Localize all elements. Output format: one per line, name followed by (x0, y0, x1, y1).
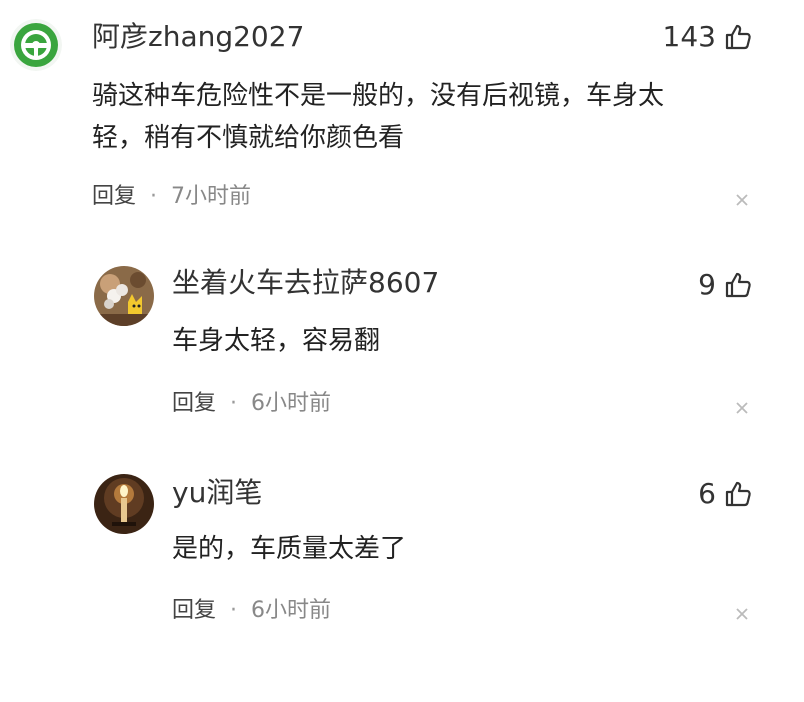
comment-text-line: 车身太轻，容易翻 (172, 326, 381, 356)
like-count: 9 (698, 268, 716, 301)
timestamp: 6小时前 (251, 598, 332, 623)
like-button[interactable]: 143 (663, 20, 752, 54)
reply-button[interactable]: 回复 (172, 389, 216, 419)
username[interactable]: yu润笔 (172, 476, 262, 510)
comment-thread: 阿彦zhang2027 143 骑这种车危险性不是一般的，没有后视镜，车身太 轻… (0, 0, 804, 702)
reply-button[interactable]: 回复 (92, 182, 136, 212)
thumbs-up-icon (724, 480, 752, 508)
timestamp: 7小时前 (171, 184, 252, 209)
comment-text-line: 骑这种车危险性不是一般的，没有后视镜，车身太 (92, 81, 665, 111)
separator-dot: · (150, 184, 158, 209)
avatar[interactable] (94, 474, 154, 534)
comment-text: 是的，车质量太差了 (172, 528, 732, 570)
separator-dot: · (230, 391, 238, 416)
steering-wheel-icon (10, 19, 62, 71)
comment-text-line: 轻，稍有不慎就给你颜色看 (92, 123, 405, 153)
candle-icon (94, 474, 154, 534)
separator-dot: · (230, 598, 238, 623)
like-count: 6 (698, 477, 716, 510)
timestamp: 6小时前 (251, 391, 332, 416)
thumbs-up-icon (724, 23, 752, 51)
comment-meta: 回复 · 6小时前 (172, 389, 331, 419)
comment-meta: 回复 · 6小时前 (172, 596, 331, 626)
close-icon[interactable] (735, 607, 749, 621)
comment-text: 车身太轻，容易翻 (172, 320, 732, 362)
close-icon[interactable] (735, 401, 749, 415)
comment-text-line: 是的，车质量太差了 (172, 534, 407, 564)
thumbs-up-icon (724, 271, 752, 299)
avatar[interactable] (94, 266, 154, 326)
like-count: 143 (662, 20, 716, 53)
like-button[interactable]: 9 (698, 268, 752, 302)
flower-cat-icon (94, 266, 154, 326)
comment-text: 骑这种车危险性不是一般的，没有后视镜，车身太 轻，稍有不慎就给你颜色看 (92, 75, 732, 159)
avatar[interactable] (10, 19, 62, 71)
like-button[interactable]: 6 (698, 477, 752, 511)
username[interactable]: 阿彦zhang2027 (92, 20, 304, 54)
comment-meta: 回复 · 7小时前 (92, 182, 251, 212)
reply-button[interactable]: 回复 (172, 596, 216, 626)
username[interactable]: 坐着火车去拉萨8607 (172, 266, 439, 300)
close-icon[interactable] (735, 193, 749, 207)
